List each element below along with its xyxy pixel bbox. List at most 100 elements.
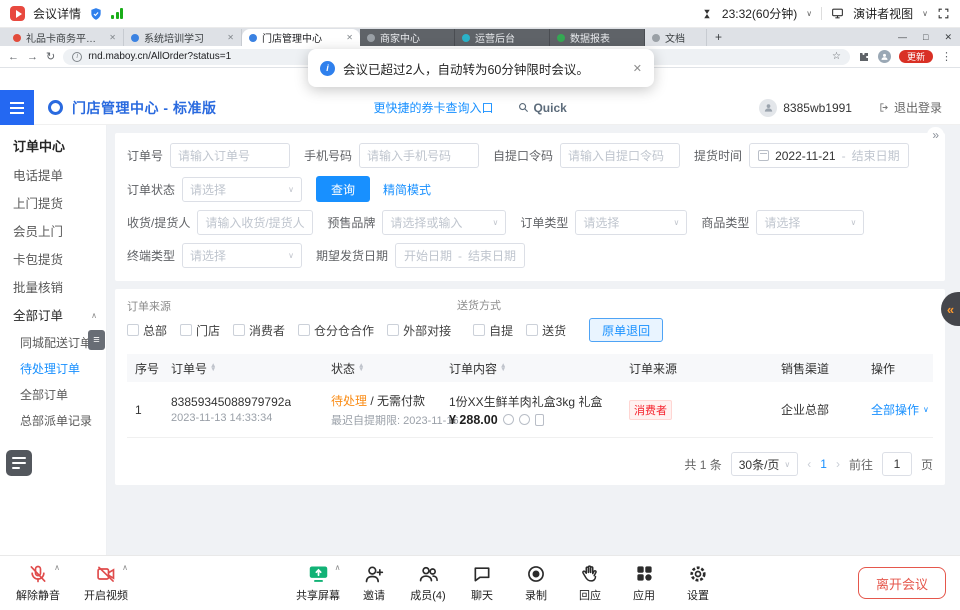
phone-input[interactable] xyxy=(359,143,479,168)
terminal-type-select[interactable]: 请选择 ∨ xyxy=(182,243,302,268)
tab-close-icon[interactable]: ✕ xyxy=(109,33,116,42)
browser-tab-active[interactable]: 门店管理中心 ✕ xyxy=(242,29,360,46)
chevron-up-icon[interactable]: ∧ xyxy=(122,563,128,572)
sidebar-item-member-visit[interactable]: 会员上门 xyxy=(0,218,106,246)
current-page[interactable]: 1 xyxy=(820,457,827,471)
order-type-select[interactable]: 请选择 ∨ xyxy=(575,210,687,235)
extensions-puzzle-icon[interactable] xyxy=(858,51,870,63)
meeting-detail-label[interactable]: 会议详情 xyxy=(33,5,81,22)
goto-page-input[interactable] xyxy=(882,452,912,476)
browser-tab[interactable]: 礼品卡商务平台管理中心 ✕ xyxy=(6,29,124,46)
receiver-label: 收货/提货人 xyxy=(127,214,190,231)
checkbox-delivery-deliver[interactable]: 送货 xyxy=(526,322,566,339)
window-close-button[interactable]: ✕ xyxy=(936,32,960,43)
sort-icon[interactable]: ▲▼ xyxy=(358,364,364,372)
browser-tab[interactable]: 系统培训学习 ✕ xyxy=(124,29,242,46)
pickup-code-input[interactable] xyxy=(560,143,680,168)
original-order-return-button[interactable]: 原单退回 xyxy=(589,318,663,342)
back-icon[interactable]: ← xyxy=(8,51,19,63)
quick-search[interactable]: Quick xyxy=(518,101,566,115)
prev-page-button[interactable]: ‹ xyxy=(807,457,811,471)
order-no-input[interactable] xyxy=(170,143,290,168)
browser-tab[interactable]: 文档 xyxy=(645,29,707,46)
settings-button[interactable]: 设置 xyxy=(674,562,722,603)
menu-drag-handle-icon[interactable]: ≡ xyxy=(88,330,105,350)
sidebar-item-phone-order[interactable]: 电话提单 xyxy=(0,162,106,190)
invite-button[interactable]: 邀请 xyxy=(350,562,398,603)
logout-icon xyxy=(879,102,890,113)
apps-grid-icon xyxy=(635,564,654,583)
record-button[interactable]: 录制 xyxy=(512,562,560,603)
sort-icon[interactable]: ▲▼ xyxy=(210,364,216,372)
checkbox-source-store[interactable]: 门店 xyxy=(180,322,220,339)
checkbox-source-warehouse-coop[interactable]: 仓分仓合作 xyxy=(298,322,374,339)
coupon-query-link[interactable]: 更快捷的券卡查询入口 xyxy=(373,99,493,116)
col-header-status[interactable]: 状态▲▼ xyxy=(323,360,441,377)
chat-button[interactable]: 聊天 xyxy=(458,562,506,603)
browser-update-button[interactable]: 更新 xyxy=(899,50,933,63)
browser-tab[interactable]: 数据报表 xyxy=(550,29,645,46)
search-button[interactable]: 查询 xyxy=(316,176,370,202)
fullscreen-icon[interactable] xyxy=(937,7,950,20)
quick-panel-button[interactable] xyxy=(6,450,32,476)
members-button[interactable]: 成员(4) xyxy=(404,562,452,603)
chevron-up-icon[interactable]: ∧ xyxy=(54,563,60,572)
chevron-up-icon[interactable]: ∧ xyxy=(335,563,341,572)
toast-close-icon[interactable]: ✕ xyxy=(633,62,642,75)
sidebar-subitem-hq-dispatch[interactable]: 总部派单记录 xyxy=(0,408,106,434)
sort-icon[interactable]: ▲▼ xyxy=(500,364,506,372)
tab-close-icon[interactable]: ✕ xyxy=(227,33,234,42)
reload-icon[interactable]: ↻ xyxy=(46,50,55,63)
pickup-date-range-picker[interactable]: 2022-11-21 - 结束日期 xyxy=(749,143,909,168)
sidebar-item-door-pickup[interactable]: 上门提货 xyxy=(0,190,106,218)
browser-profile-avatar[interactable] xyxy=(878,50,891,63)
sidebar-group-all-orders[interactable]: 全部订单 ∧ xyxy=(0,302,106,330)
checkbox-delivery-selfpickup[interactable]: 自提 xyxy=(473,322,513,339)
window-maximize-button[interactable]: □ xyxy=(915,32,936,42)
filter-collapse-toggle[interactable]: » xyxy=(927,127,944,143)
leave-meeting-button[interactable]: 离开会议 xyxy=(858,567,946,599)
person-icon xyxy=(763,102,774,113)
checkbox-source-external[interactable]: 外部对接 xyxy=(387,322,451,339)
apps-button[interactable]: 应用 xyxy=(620,562,668,603)
start-video-button[interactable]: ∧ 开启视频 xyxy=(80,562,132,603)
simple-mode-link[interactable]: 精简模式 xyxy=(383,181,431,198)
user-menu[interactable]: 8385wb1991 xyxy=(759,99,852,117)
view-mode-caret-icon[interactable]: ∨ xyxy=(922,9,928,18)
next-page-button[interactable]: › xyxy=(836,457,840,471)
browser-tab[interactable]: 运营后台 xyxy=(455,29,550,46)
hamburger-menu-button[interactable] xyxy=(0,90,34,125)
view-mode-label[interactable]: 演讲者视图 xyxy=(853,5,913,22)
site-info-icon[interactable]: i xyxy=(72,52,82,62)
window-minimize-button[interactable]: — xyxy=(890,32,915,42)
receiver-input[interactable] xyxy=(197,210,313,235)
bookmark-star-icon[interactable]: ☆ xyxy=(832,51,841,62)
brand-select[interactable]: 请选择或输入 ∨ xyxy=(382,210,506,235)
order-status-select[interactable]: 请选择 ∨ xyxy=(182,177,302,202)
forward-icon[interactable]: → xyxy=(27,51,38,63)
col-header-order-no[interactable]: 订单号▲▼ xyxy=(163,360,323,377)
terminal-type-label: 终端类型 xyxy=(127,247,175,264)
logout-button[interactable]: 退出登录 xyxy=(879,99,942,116)
row-actions-dropdown[interactable]: 全部操作∨ xyxy=(871,401,929,418)
page-size-select[interactable]: 30条/页 ∨ xyxy=(731,452,799,476)
sidebar-subitem-pending-orders[interactable]: 待处理订单 xyxy=(0,356,106,382)
unmute-button[interactable]: ∧ 解除静音 xyxy=(12,562,64,603)
chevron-up-icon: ∧ xyxy=(91,302,97,330)
tab-close-icon[interactable]: ✕ xyxy=(346,33,353,42)
sidebar-item-batch-verify[interactable]: 批量核销 xyxy=(0,274,106,302)
checkbox-source-hq[interactable]: 总部 xyxy=(127,322,167,339)
new-tab-button[interactable]: + xyxy=(715,29,722,45)
col-header-content[interactable]: 订单内容▲▼ xyxy=(441,360,621,377)
expect-ship-date-picker[interactable]: 开始日期 - 结束日期 xyxy=(395,243,525,268)
checkbox-source-consumer[interactable]: 消费者 xyxy=(233,322,285,339)
browser-menu-kebab-icon[interactable]: ⋮ xyxy=(941,50,952,63)
reactions-button[interactable]: 回应 xyxy=(566,562,614,603)
goods-type-select[interactable]: 请选择 ∨ xyxy=(756,210,864,235)
meeting-timer[interactable]: 23:32(60分钟) xyxy=(722,5,797,22)
sidebar-item-card-pickup[interactable]: 卡包提货 xyxy=(0,246,106,274)
browser-tab[interactable]: 商家中心 xyxy=(360,29,455,46)
share-screen-button[interactable]: ∧ 共享屏幕 xyxy=(292,562,344,603)
timer-caret-icon[interactable]: ∨ xyxy=(806,9,812,18)
sidebar-subitem-all-orders[interactable]: 全部订单 xyxy=(0,382,106,408)
